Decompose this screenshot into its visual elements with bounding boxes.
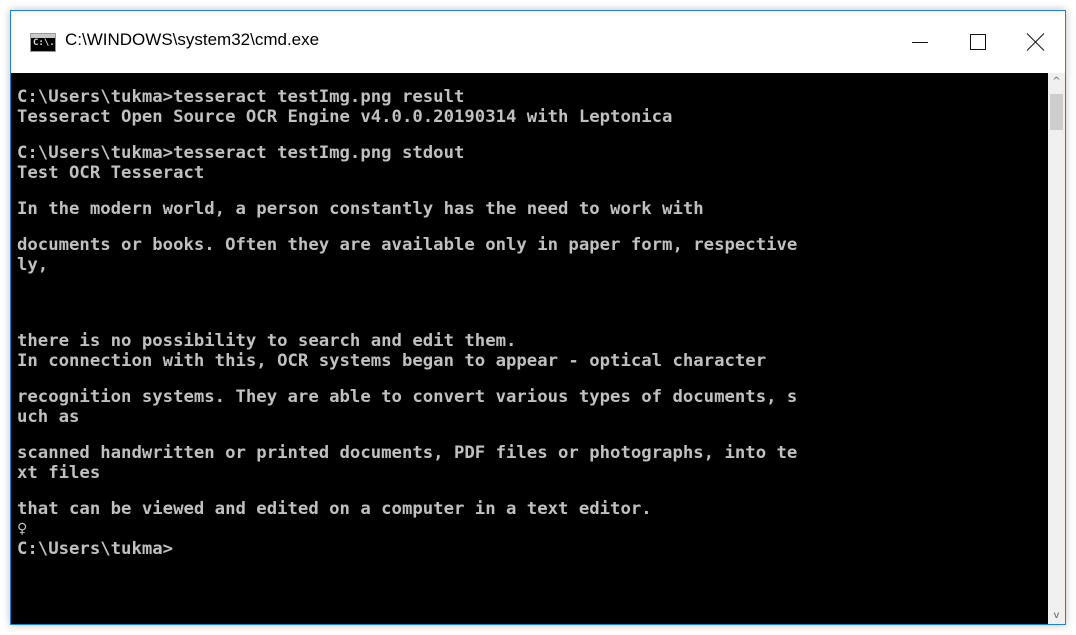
console-line: scanned handwritten or printed documents… <box>17 443 798 463</box>
console-prompt: C:\Users\tukma> <box>17 539 174 559</box>
console-line: xt files <box>17 463 101 483</box>
console-line: Tesseract Open Source OCR Engine v4.0.0.… <box>17 107 673 127</box>
window-title: C:\WINDOWS\system32\cmd.exe <box>65 30 320 49</box>
maximize-button[interactable] <box>949 11 1007 73</box>
close-icon <box>1027 33 1045 51</box>
console-line: recognition systems. They are able to co… <box>17 387 798 407</box>
console-line: uch as <box>17 407 80 427</box>
close-button[interactable] <box>1007 11 1065 73</box>
scroll-down-arrow-icon[interactable]: v <box>1048 607 1065 624</box>
minimize-icon <box>912 41 928 43</box>
console-line: documents or books. Often they are avail… <box>17 235 798 255</box>
console-line: there is no possibility to search and ed… <box>17 331 517 351</box>
console-output[interactable]: C:\Users\tukma>tesseract testImg.png res… <box>11 73 1048 624</box>
scroll-up-arrow-icon[interactable]: ^ <box>1048 73 1065 90</box>
cmd-window: C:\. C:\WINDOWS\system32\cmd.exe C:\User… <box>10 10 1066 625</box>
scrollbar-thumb[interactable] <box>1050 94 1063 130</box>
cmd-icon[interactable]: C:\. <box>31 34 55 51</box>
console-line: ly, <box>17 255 49 275</box>
console-line: In the modern world, a person constantly… <box>17 199 704 219</box>
console-line: In connection with this, OCR systems beg… <box>17 351 767 371</box>
title-bar[interactable]: C:\. C:\WINDOWS\system32\cmd.exe <box>11 11 1065 73</box>
console-line: C:\Users\tukma>tesseract testImg.png res… <box>17 87 465 107</box>
vertical-scrollbar[interactable]: ^ v <box>1048 73 1065 624</box>
console-line: Test OCR Tesseract <box>17 163 205 183</box>
maximize-icon <box>970 34 986 50</box>
console-line: ♀ <box>17 519 28 539</box>
console-line: that can be viewed and edited on a compu… <box>17 499 652 519</box>
cmd-icon-label: C:\. <box>33 38 55 48</box>
minimize-button[interactable] <box>891 11 949 73</box>
console-line: C:\Users\tukma>tesseract testImg.png std… <box>17 143 465 163</box>
